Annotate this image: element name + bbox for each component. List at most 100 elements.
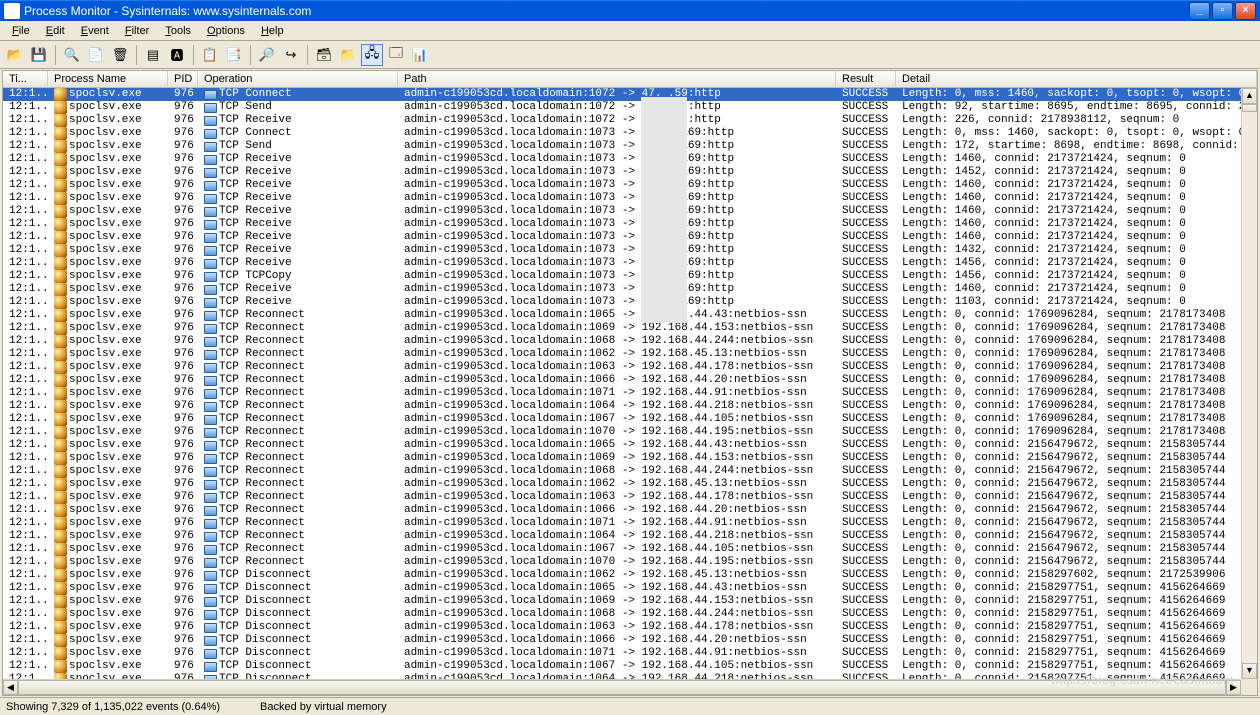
event-row[interactable]: 12:1...spoclsv.exe976TCP Disconnectadmin…	[3, 595, 1241, 608]
scroll-left-button[interactable]: ◀	[3, 680, 18, 695]
column-header-operation[interactable]: Operation	[198, 71, 398, 87]
network-icon[interactable]: 🖧	[361, 44, 383, 66]
column-header-pid[interactable]: PID	[168, 71, 198, 87]
column-header-result[interactable]: Result	[836, 71, 896, 87]
network-op-icon	[204, 543, 217, 556]
event-row[interactable]: 12:1...spoclsv.exe976TCP Reconnectadmin-…	[3, 413, 1241, 426]
find-icon[interactable]: 🔎	[256, 44, 278, 66]
column-header-process[interactable]: Process Name	[48, 71, 168, 87]
event-row[interactable]: 12:1...spoclsv.exe976TCP Receiveadmin-c1…	[3, 153, 1241, 166]
event-row[interactable]: 12:1...spoclsv.exe976TCP Connectadmin-c1…	[3, 127, 1241, 140]
highlight-icon[interactable]: 🅰	[166, 44, 188, 66]
event-row[interactable]: 12:1...spoclsv.exe976TCP Reconnectadmin-…	[3, 517, 1241, 530]
scroll-up-button[interactable]: ▲	[1242, 88, 1257, 104]
event-row[interactable]: 12:1...spoclsv.exe976TCP Reconnectadmin-…	[3, 374, 1241, 387]
event-row[interactable]: 12:1...spoclsv.exe976TCP Reconnectadmin-…	[3, 309, 1241, 322]
event-row[interactable]: 12:1...spoclsv.exe976TCP Reconnectadmin-…	[3, 478, 1241, 491]
event-row[interactable]: 12:1...spoclsv.exe976TCP Receiveadmin-c1…	[3, 114, 1241, 127]
scroll-down-button[interactable]: ▼	[1242, 663, 1257, 679]
event-row[interactable]: 12:1...spoclsv.exe976TCP Receiveadmin-c1…	[3, 192, 1241, 205]
event-row[interactable]: 12:1...spoclsv.exe976TCP Reconnectadmin-…	[3, 530, 1241, 543]
event-row[interactable]: 12:1...spoclsv.exe976TCP Reconnectadmin-…	[3, 400, 1241, 413]
event-row[interactable]: 12:1...spoclsv.exe976TCP Receiveadmin-c1…	[3, 244, 1241, 257]
event-row[interactable]: 12:1...spoclsv.exe976TCP Connectadmin-c1…	[3, 88, 1241, 101]
properties-icon[interactable]: 📑	[223, 44, 245, 66]
close-button[interactable]: ×	[1235, 2, 1256, 20]
event-row[interactable]: 12:1...spoclsv.exe976TCP Sendadmin-c1990…	[3, 140, 1241, 153]
event-row[interactable]: 12:1...spoclsv.exe976TCP Reconnectadmin-…	[3, 335, 1241, 348]
event-row[interactable]: 12:1...spoclsv.exe976TCP Reconnectadmin-…	[3, 543, 1241, 556]
open-icon[interactable]: 📂	[4, 44, 26, 66]
event-row[interactable]: 12:1...spoclsv.exe976TCP Disconnectadmin…	[3, 660, 1241, 673]
registry-icon[interactable]: 🗃	[313, 44, 335, 66]
column-header-time[interactable]: Ti...	[3, 71, 48, 87]
event-row[interactable]: 12:1...spoclsv.exe976TCP Receiveadmin-c1…	[3, 179, 1241, 192]
event-row[interactable]: 12:1...spoclsv.exe976TCP Disconnectadmin…	[3, 634, 1241, 647]
menu-filter[interactable]: Filter	[117, 23, 157, 39]
event-row[interactable]: 12:1...spoclsv.exe976TCP Disconnectadmin…	[3, 621, 1241, 634]
event-row[interactable]: 12:1...spoclsv.exe976TCP Receiveadmin-c1…	[3, 231, 1241, 244]
process-icon[interactable]: 🗔	[385, 44, 407, 66]
event-row[interactable]: 12:1...spoclsv.exe976TCP Reconnectadmin-…	[3, 504, 1241, 517]
jump-icon[interactable]: ↪	[280, 44, 302, 66]
event-row[interactable]: 12:1...spoclsv.exe976TCP Receiveadmin-c1…	[3, 205, 1241, 218]
scroll-thumb-h[interactable]	[18, 680, 1226, 695]
event-row[interactable]: 12:1...spoclsv.exe976TCP Disconnectadmin…	[3, 608, 1241, 621]
process-icon	[54, 153, 67, 166]
event-row[interactable]: 12:1...spoclsv.exe976TCP Reconnectadmin-…	[3, 387, 1241, 400]
event-row[interactable]: 12:1...spoclsv.exe976TCP Receiveadmin-c1…	[3, 257, 1241, 270]
horizontal-scrollbar[interactable]: ◀ ▶	[3, 679, 1241, 695]
event-row[interactable]: 12:1...spoclsv.exe976TCP Reconnectadmin-…	[3, 491, 1241, 504]
event-row[interactable]: 12:1...spoclsv.exe976TCP TCPCopyadmin-c1…	[3, 270, 1241, 283]
menu-help[interactable]: Help	[253, 23, 292, 39]
cell-pid: 976	[168, 569, 198, 582]
event-row[interactable]: 12:1...spoclsv.exe976TCP Reconnectadmin-…	[3, 426, 1241, 439]
save-icon[interactable]: 💾	[28, 44, 50, 66]
event-row[interactable]: 12:1...spoclsv.exe976TCP Disconnectadmin…	[3, 647, 1241, 660]
maximize-button[interactable]: ▫	[1212, 2, 1233, 20]
event-row[interactable]: 12:1...spoclsv.exe976TCP Receiveadmin-c1…	[3, 283, 1241, 296]
event-row[interactable]: 12:1...spoclsv.exe976TCP Disconnectadmin…	[3, 569, 1241, 582]
event-rows[interactable]: 12:1...spoclsv.exe976TCP Connectadmin-c1…	[3, 88, 1241, 695]
capture-icon[interactable]: 🔍	[61, 44, 83, 66]
column-header-detail[interactable]: Detail	[896, 71, 1257, 87]
cell-result: SUCCESS	[836, 192, 896, 205]
scroll-thumb[interactable]	[1242, 104, 1257, 112]
scrollbar-corner	[1241, 679, 1257, 695]
cell-process: spoclsv.exe	[48, 218, 168, 231]
filter-icon[interactable]: ▤	[142, 44, 164, 66]
clear-icon[interactable]: 🗑	[109, 44, 131, 66]
autoscroll-icon[interactable]: 📄	[85, 44, 107, 66]
event-row[interactable]: 12:1...spoclsv.exe976TCP Reconnectadmin-…	[3, 348, 1241, 361]
event-row[interactable]: 12:1...spoclsv.exe976TCP Reconnectadmin-…	[3, 322, 1241, 335]
event-row[interactable]: 12:1...spoclsv.exe976TCP Reconnectadmin-…	[3, 465, 1241, 478]
minimize-button[interactable]: _	[1189, 2, 1210, 20]
event-row[interactable]: 12:1...spoclsv.exe976TCP Disconnectadmin…	[3, 582, 1241, 595]
event-row[interactable]: 12:1...spoclsv.exe976TCP Receiveadmin-c1…	[3, 166, 1241, 179]
cell-operation: TCP Reconnect	[198, 348, 398, 361]
event-row[interactable]: 12:1...spoclsv.exe976TCP Reconnectadmin-…	[3, 439, 1241, 452]
cell-detail: Length: 0, connid: 2156479672, seqnum: 2…	[896, 556, 1241, 569]
event-row[interactable]: 12:1...spoclsv.exe976TCP Sendadmin-c1990…	[3, 101, 1241, 114]
event-row[interactable]: 12:1...spoclsv.exe976TCP Reconnectadmin-…	[3, 361, 1241, 374]
filesystem-icon[interactable]: 📁	[337, 44, 359, 66]
cell-pid: 976	[168, 257, 198, 270]
menu-event[interactable]: Event	[73, 23, 117, 39]
event-row[interactable]: 12:1...spoclsv.exe976TCP Receiveadmin-c1…	[3, 218, 1241, 231]
cell-detail: Length: 0, connid: 2156479672, seqnum: 2…	[896, 491, 1241, 504]
cell-process: spoclsv.exe	[48, 569, 168, 582]
scroll-right-button[interactable]: ▶	[1226, 680, 1241, 695]
event-row[interactable]: 12:1...spoclsv.exe976TCP Reconnectadmin-…	[3, 556, 1241, 569]
event-row[interactable]: 12:1...spoclsv.exe976TCP Reconnectadmin-…	[3, 452, 1241, 465]
profiling-icon[interactable]: 📊	[409, 44, 431, 66]
menu-edit[interactable]: Edit	[38, 23, 73, 39]
event-row[interactable]: 12:1...spoclsv.exe976TCP Receiveadmin-c1…	[3, 296, 1241, 309]
include-icon[interactable]: 📋	[199, 44, 221, 66]
menu-file[interactable]: File	[4, 23, 38, 39]
menu-options[interactable]: Options	[199, 23, 253, 39]
vertical-scrollbar[interactable]: ▲ ▼	[1241, 88, 1257, 679]
column-header-path[interactable]: Path	[398, 71, 836, 87]
menu-tools[interactable]: Tools	[157, 23, 199, 39]
cell-time: 12:1...	[3, 192, 48, 205]
cell-result: SUCCESS	[836, 322, 896, 335]
